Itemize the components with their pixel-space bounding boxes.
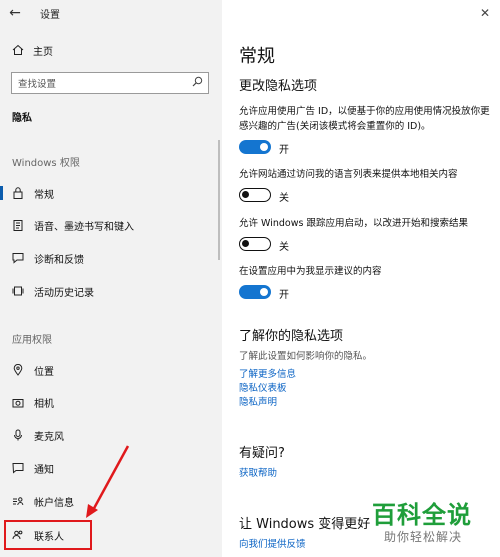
know-privacy-description: 了解此设置如何影响你的隐私。 <box>239 351 373 362</box>
sidebar-item-label: 活动历史记录 <box>34 287 94 299</box>
home-icon <box>12 44 24 56</box>
sidebar-item-general[interactable]: 常规 <box>0 182 222 204</box>
sidebar-item-label: 位置 <box>34 366 54 378</box>
sidebar-item-location[interactable]: 位置 <box>0 359 222 381</box>
notification-icon <box>12 462 24 474</box>
account-icon <box>12 495 24 507</box>
option-text-suggested-content: 在设置应用中为我显示建议的内容 <box>239 266 382 277</box>
link-privacy-statement[interactable]: 隐私声明 <box>239 394 277 408</box>
camera-icon <box>12 396 24 408</box>
know-privacy-heading: 了解你的隐私选项 <box>239 329 344 344</box>
annotation-arrow <box>86 445 130 518</box>
link-give-feedback[interactable]: 向我们提供反馈 <box>239 536 306 550</box>
toggle-state-label: 关 <box>279 242 289 253</box>
sidebar-item-camera[interactable]: 相机 <box>0 391 222 413</box>
option-text-ad-id: 允许应用使用广告 ID，以便基于你的应用使用情况投放你更感兴趣的广告(关闭该模式… <box>239 106 490 132</box>
toggle-track-launches[interactable] <box>239 237 271 251</box>
group-title-apps: 应用权限 <box>12 335 52 346</box>
group-title-windows: Windows 权限 <box>12 158 80 169</box>
toggle-language-list[interactable] <box>239 188 271 202</box>
section-title-privacy: 隐私 <box>12 113 32 124</box>
improve-windows-heading: 让 Windows 变得更好 <box>239 517 371 532</box>
option-text-track-launches: 允许 Windows 跟踪应用启动，以改进开始和搜索结果 <box>239 218 468 229</box>
toggle-ad-id[interactable] <box>239 140 271 154</box>
search-input[interactable]: 查找设置 <box>11 72 209 94</box>
close-icon[interactable]: ✕ <box>480 6 490 20</box>
lock-icon <box>12 187 24 199</box>
sidebar-scrollbar[interactable] <box>218 140 220 260</box>
watermark-title: 百科全说 <box>372 501 472 529</box>
search-placeholder: 查找设置 <box>18 79 57 90</box>
search-icon[interactable] <box>186 76 208 90</box>
question-heading: 有疑问? <box>239 446 285 461</box>
location-icon <box>12 364 24 376</box>
sidebar-item-label: 常规 <box>34 189 54 201</box>
link-privacy-dashboard[interactable]: 隐私仪表板 <box>239 380 287 394</box>
watermark-subtitle: 助你轻松解决 <box>384 530 463 544</box>
toggle-state-label: 开 <box>279 290 289 301</box>
main-content: ✕ 常规 更改隐私选项 允许应用使用广告 ID，以便基于你的应用使用情况投放你更… <box>222 0 500 557</box>
section-subheading: 更改隐私选项 <box>239 79 318 94</box>
home-label: 主页 <box>33 46 53 58</box>
feedback-icon <box>12 252 24 264</box>
link-learn-more[interactable]: 了解更多信息 <box>239 366 296 380</box>
sidebar-item-activity-history[interactable]: 活动历史记录 <box>0 280 222 302</box>
notepad-icon <box>12 219 24 231</box>
link-get-help[interactable]: 获取帮助 <box>239 465 277 479</box>
home-nav-item[interactable]: 主页 <box>0 40 222 60</box>
toggle-state-label: 开 <box>279 145 289 156</box>
watermark-logo: 百科全说 助你轻松解决 <box>372 495 498 555</box>
microphone-icon <box>12 429 24 441</box>
sidebar-item-label: 相机 <box>34 398 54 410</box>
sidebar-item-speech[interactable]: 语音、墨迹书写和键入 <box>0 214 222 236</box>
sidebar: ← 设置 主页 查找设置 隐私 Windows 权限 常规 语音、墨迹书写和键入… <box>0 0 222 557</box>
sidebar-item-label: 语音、墨迹书写和键入 <box>34 221 134 233</box>
page-title: 常规 <box>239 46 275 67</box>
sidebar-item-diagnostics[interactable]: 诊断和反馈 <box>0 247 222 269</box>
arrow-left-icon[interactable]: ← <box>0 5 30 21</box>
sidebar-item-label: 通知 <box>34 464 54 476</box>
window-title: 设置 <box>40 9 60 21</box>
sidebar-item-label: 诊断和反馈 <box>34 254 84 266</box>
title-bar: ← 设置 <box>0 0 222 26</box>
toggle-suggested-content[interactable] <box>239 285 271 299</box>
annotation-highlight-box <box>4 520 92 550</box>
toggle-state-label: 关 <box>279 193 289 204</box>
history-icon <box>12 285 24 297</box>
option-text-language-list: 允许网站通过访问我的语言列表来提供本地相关内容 <box>239 169 458 180</box>
